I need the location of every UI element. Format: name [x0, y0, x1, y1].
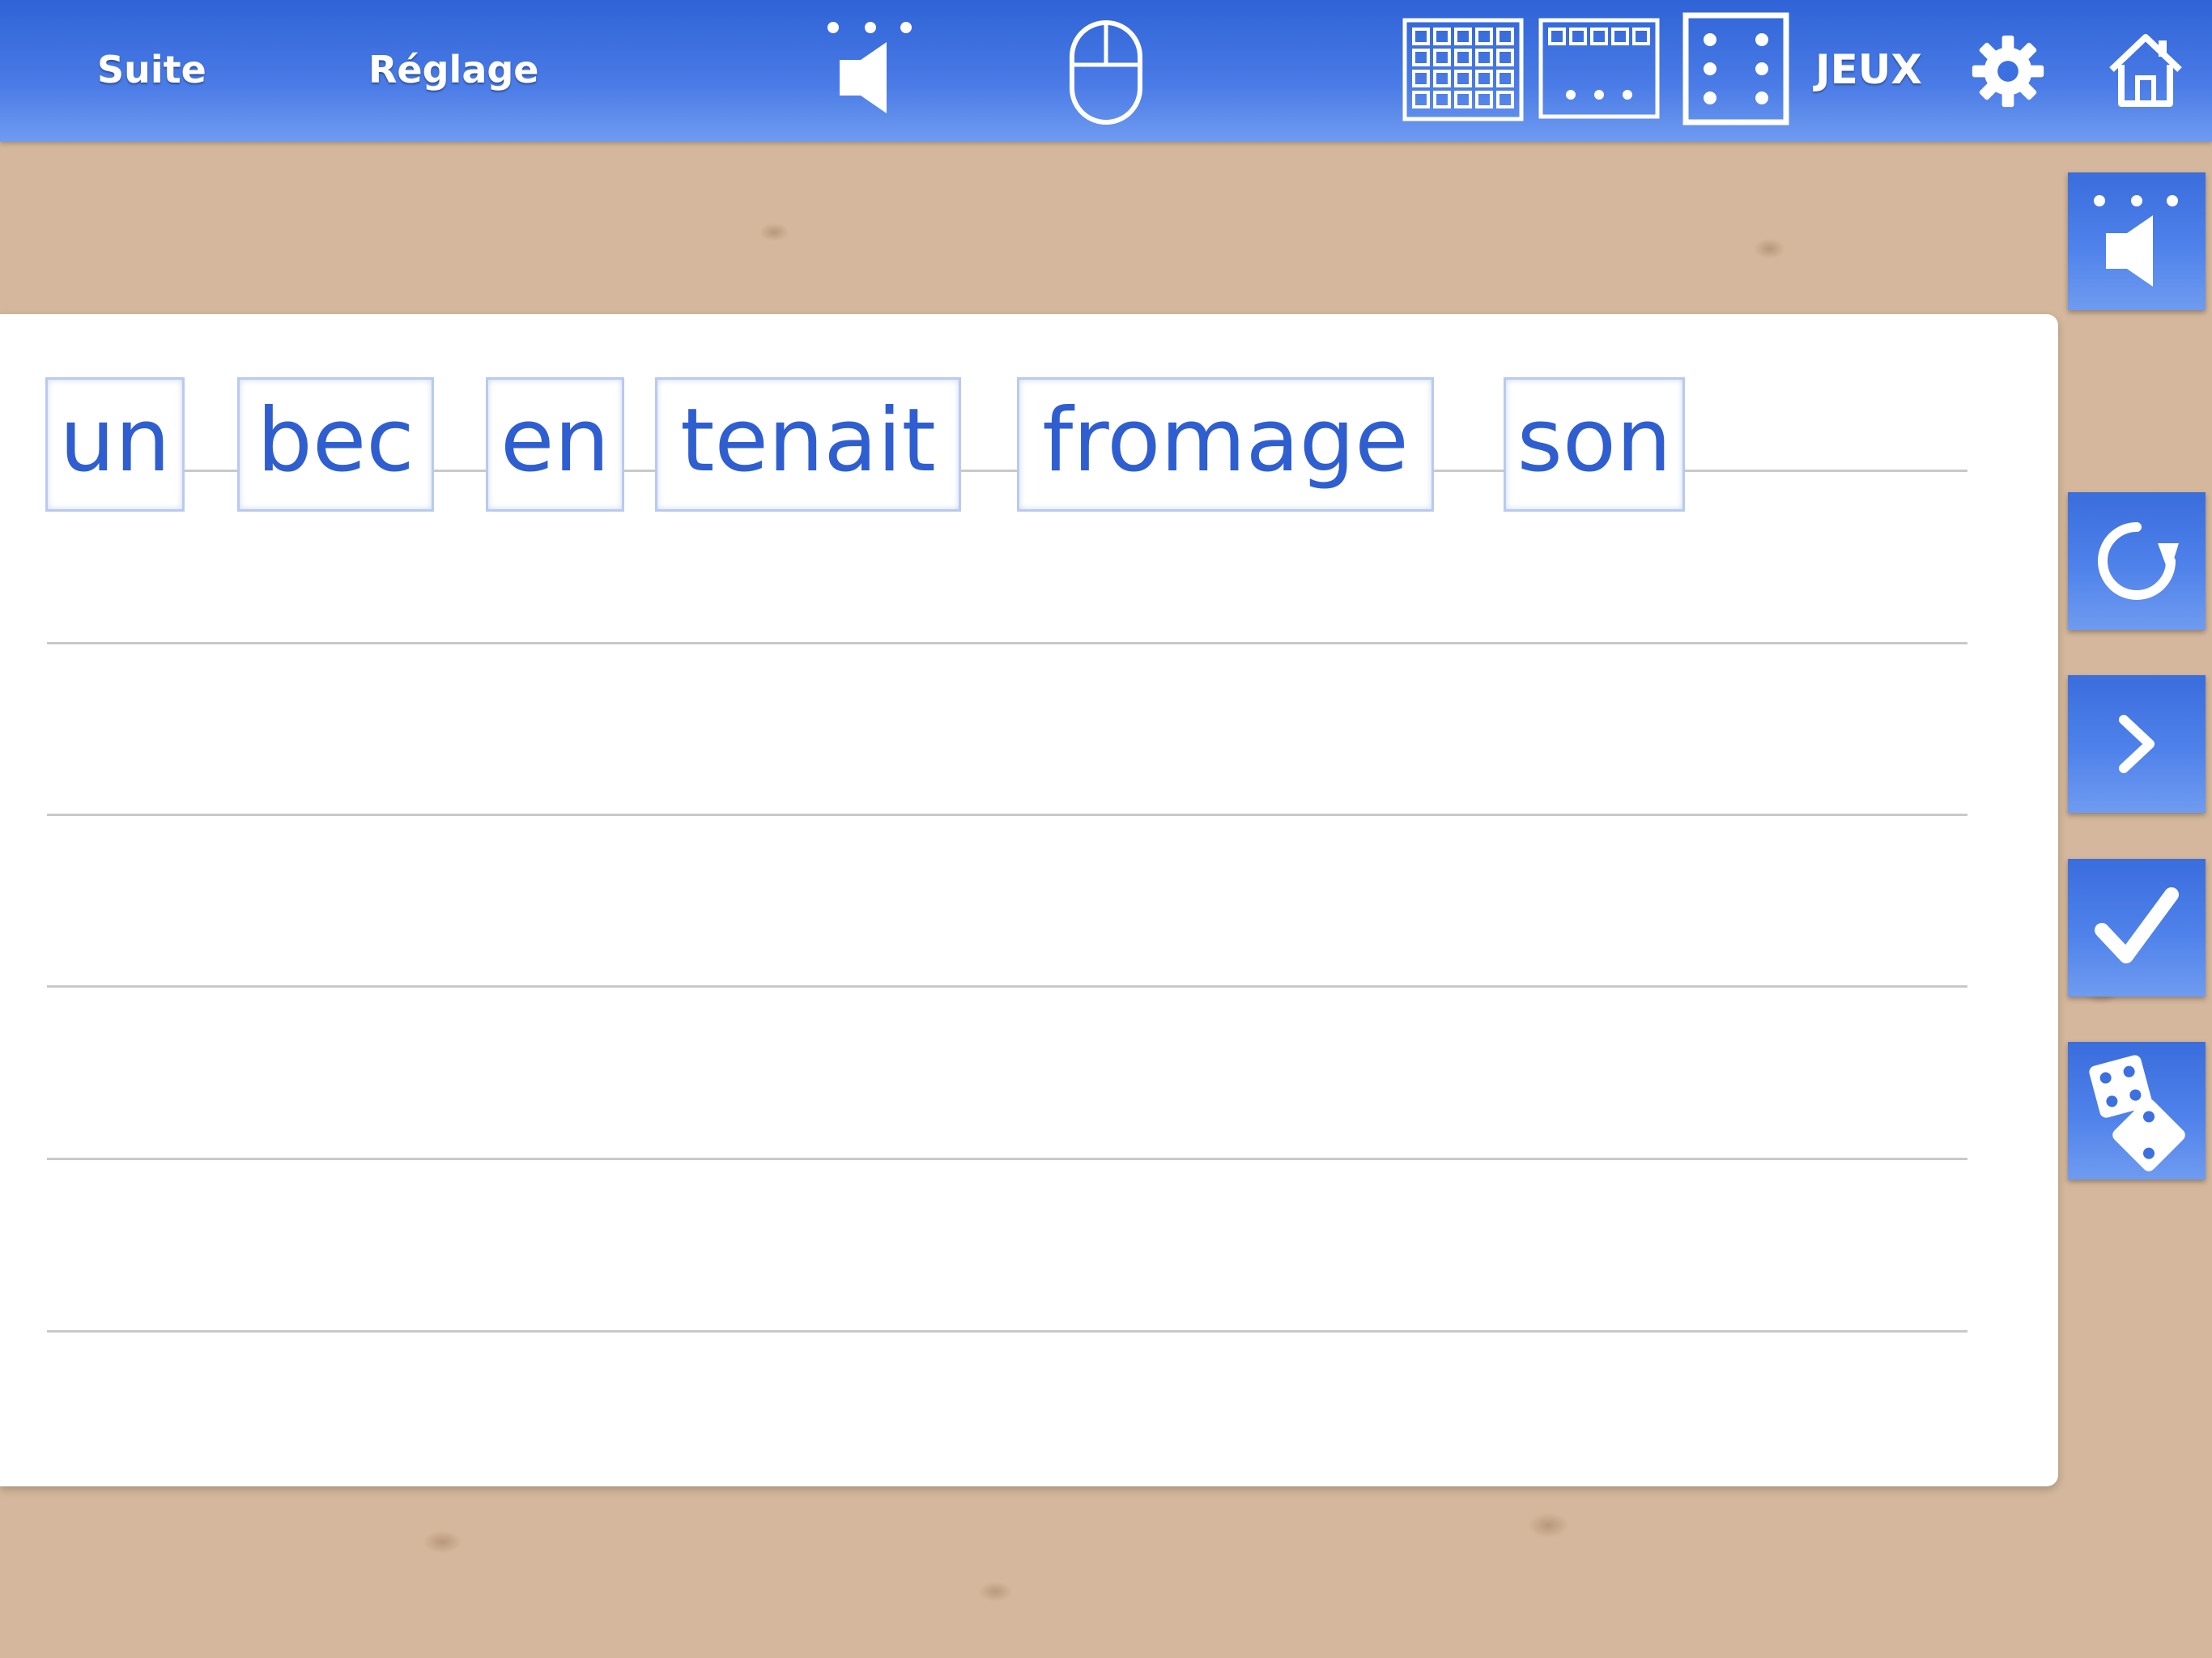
- grid-many-icon[interactable]: [1402, 18, 1524, 121]
- reglage-button[interactable]: Réglage: [368, 42, 538, 97]
- ruled-line: [47, 985, 1967, 988]
- gear-icon[interactable]: [1971, 34, 2045, 108]
- mouse-icon[interactable]: [1067, 18, 1145, 127]
- reload-icon: [2088, 512, 2185, 610]
- top-toolbar: Suite Réglage JEUX: [0, 0, 2212, 142]
- check-button[interactable]: [2068, 859, 2206, 997]
- reload-button[interactable]: [2068, 492, 2206, 630]
- next-button[interactable]: [2068, 675, 2206, 813]
- speaker-dots-icon[interactable]: [822, 18, 919, 119]
- jeux-button[interactable]: JEUX: [1815, 42, 1922, 97]
- word-tile[interactable]: bec: [237, 377, 434, 512]
- suite-button[interactable]: Suite: [97, 42, 206, 97]
- writing-panel: un bec en tenait fromage son: [0, 314, 2058, 1486]
- speak-sentence-button[interactable]: [2068, 172, 2206, 310]
- check-icon: [2092, 883, 2181, 972]
- ruled-line: [47, 642, 1967, 644]
- word-tile[interactable]: tenait: [655, 377, 961, 512]
- dice-six-icon[interactable]: [1682, 12, 1789, 125]
- home-icon[interactable]: [2105, 29, 2186, 110]
- ruled-line: [47, 1330, 1967, 1333]
- ruled-line: [47, 814, 1967, 816]
- dice-button[interactable]: [2068, 1042, 2206, 1180]
- ruled-line: [47, 1158, 1967, 1160]
- word-tile[interactable]: en: [486, 377, 624, 512]
- word-tile[interactable]: son: [1504, 377, 1685, 512]
- next-icon: [2112, 712, 2161, 776]
- word-tile[interactable]: un: [45, 377, 185, 512]
- dice-icon: [2084, 1050, 2189, 1171]
- speaker-dots-icon: [2088, 191, 2185, 292]
- grid-few-icon[interactable]: [1538, 18, 1660, 119]
- word-tile[interactable]: fromage: [1017, 377, 1434, 512]
